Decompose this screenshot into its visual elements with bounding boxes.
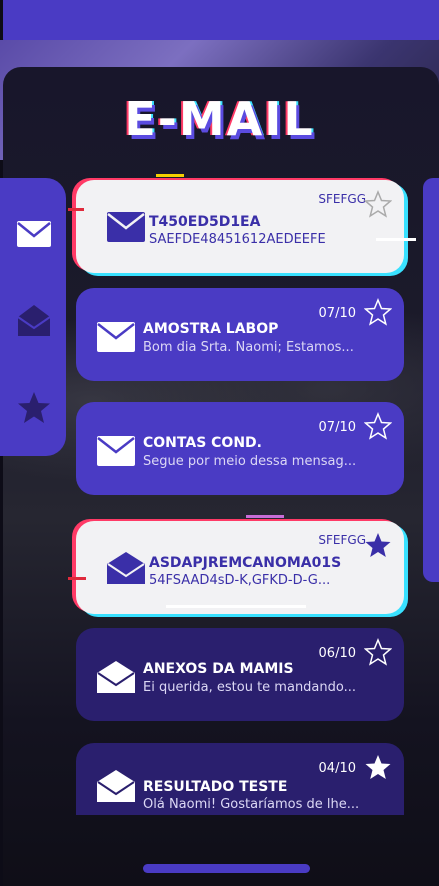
email-preview: Ei querida, estou te mandando... [143,680,357,695]
email-sender: CONTAS COND. [143,435,262,451]
star-outline-icon[interactable] [364,190,392,218]
email-sender: T450ED5D1EA [149,214,261,230]
email-sender: AMOSTRA LABOP [143,321,279,337]
email-date: 06/10 [318,646,356,661]
envelope-icon [97,436,135,466]
envelope-icon [97,322,135,352]
sidebar [0,178,66,456]
star-filled-icon[interactable] [364,753,392,781]
email-date: 07/10 [318,306,356,321]
email-card-3[interactable]: ASDAPJREMCANOMA01S 54FSAAD4sD-K,GFKD-D-G… [68,515,404,614]
home-indicator[interactable] [143,864,310,873]
inbox-envelope-icon[interactable] [16,216,52,252]
email-preview: Bom dia Srta. Naomi; Estamos... [143,340,354,355]
glitch-line [246,515,284,518]
email-date: SFEFGG [318,533,366,547]
email-preview: SAEFDE48451612AEDEEFE [149,232,326,247]
email-preview: Olá Naomi! Gostaríamos de lhe... [143,797,360,812]
glitch-line [166,605,306,608]
star-outline-icon[interactable] [364,298,392,326]
open-envelope-icon[interactable] [16,302,52,338]
open-envelope-icon [97,661,135,693]
glitch-line [68,577,86,580]
email-card-1[interactable]: AMOSTRA LABOP Bom dia Srta. Naomi; Estam… [76,288,404,381]
email-card-5[interactable]: RESULTADO TESTE Olá Naomi! Gostaríamos d… [76,743,404,815]
scrollbar[interactable] [423,178,439,582]
email-preview: 54FSAAD4sD-K,GFKD-D-G... [149,573,331,588]
star-icon[interactable] [16,390,52,426]
email-card-2[interactable]: CONTAS COND. Segue por meio dessa mensag… [76,402,404,495]
star-filled-icon[interactable] [364,531,392,559]
email-card-4[interactable]: ANEXOS DA MAMIS Ei querida, estou te man… [76,628,404,721]
email-sender: ANEXOS DA MAMIS [143,661,294,677]
page-title: E-MAIL [124,92,315,146]
open-envelope-icon [97,770,135,802]
glitch-line [68,208,84,211]
email-date: SFEFGG [318,192,366,206]
email-preview: Segue por meio dessa mensag... [143,454,357,469]
star-outline-icon[interactable] [364,638,392,666]
star-outline-icon[interactable] [364,412,392,440]
email-card-0[interactable]: T450ED5D1EA SAEFDE48451612AEDEEFE SFEFGG [68,174,416,273]
open-envelope-icon [107,552,145,584]
email-sender: RESULTADO TESTE [143,779,288,795]
glitch-line [156,174,184,177]
email-sender: ASDAPJREMCANOMA01S [149,555,342,571]
email-date: 07/10 [318,420,356,435]
email-date: 04/10 [318,761,356,776]
envelope-icon [107,212,145,242]
